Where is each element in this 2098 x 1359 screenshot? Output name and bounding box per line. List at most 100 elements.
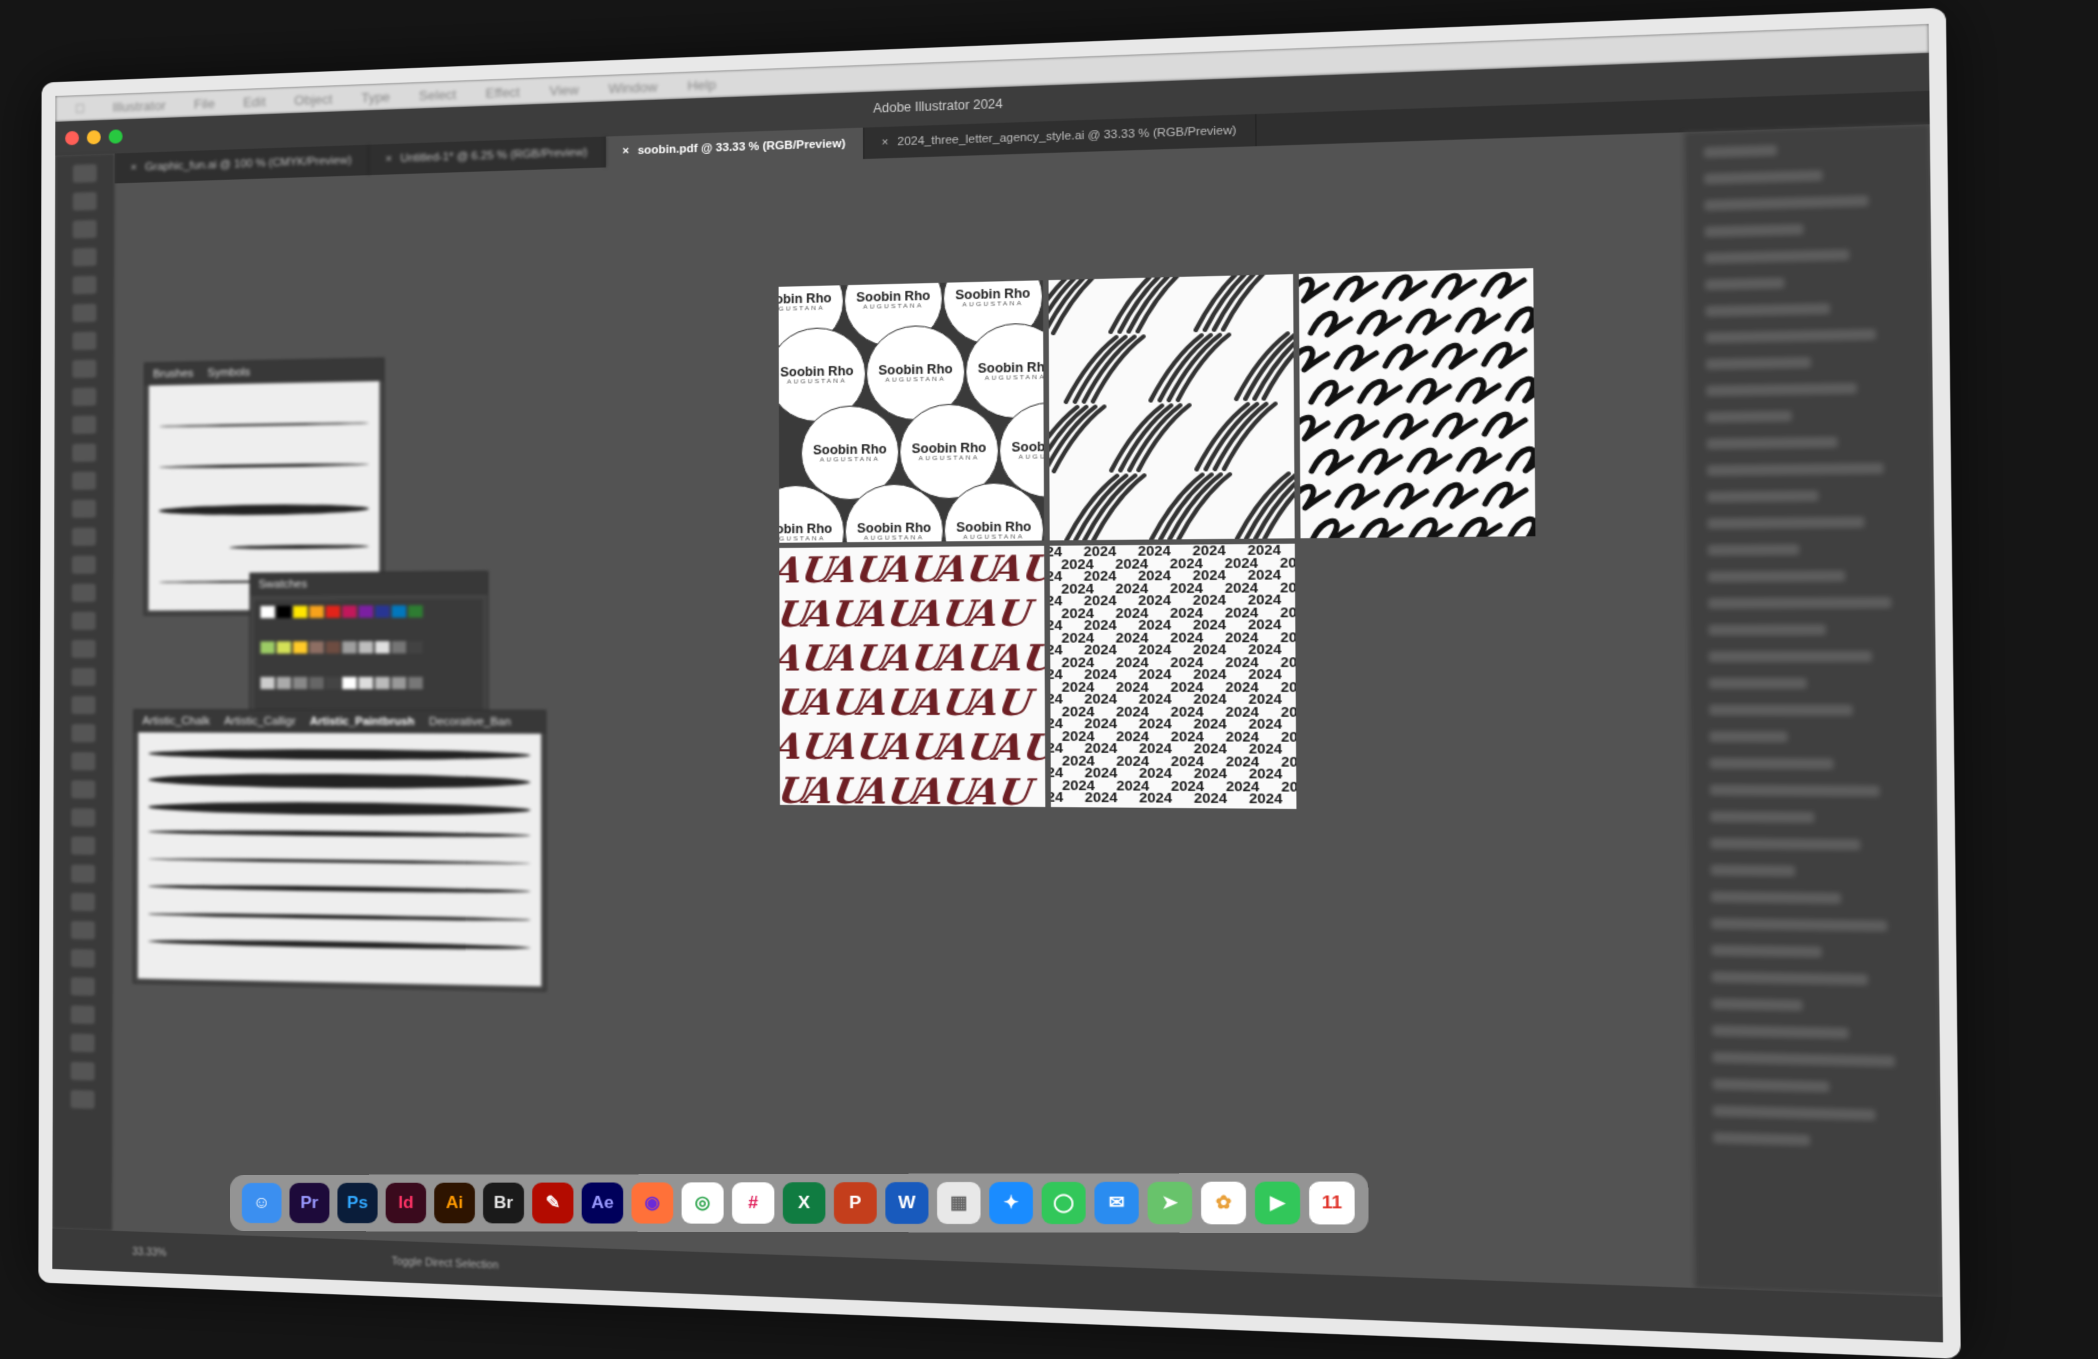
tab-artistic-chalk[interactable]: Artistic_Chalk [142, 715, 210, 727]
tool-icon[interactable] [71, 892, 96, 912]
chrome-icon[interactable]: ◎ [681, 1182, 724, 1224]
tool-icon[interactable] [71, 583, 96, 602]
property-control[interactable] [1709, 731, 1788, 743]
powerpoint-icon[interactable]: P [833, 1182, 877, 1224]
swatch[interactable] [358, 641, 374, 654]
paintbrush-stroke[interactable] [147, 911, 531, 922]
indesign-icon[interactable]: Id [385, 1182, 427, 1224]
calendar-icon[interactable]: 11 [1309, 1181, 1355, 1225]
property-control[interactable] [1704, 195, 1869, 211]
zoom-level[interactable]: 33.33% [132, 1246, 166, 1258]
paintbrush-stroke[interactable] [148, 829, 531, 839]
tool-icon[interactable] [71, 864, 96, 884]
tab-decorative-banner[interactable]: Decorative_Ban [429, 716, 511, 729]
tool-icon[interactable] [72, 219, 97, 239]
property-control[interactable] [1709, 784, 1880, 797]
swatch[interactable] [391, 676, 407, 690]
swatch[interactable] [391, 605, 407, 618]
swatch[interactable] [276, 676, 292, 690]
bridge-icon[interactable]: Br [483, 1182, 525, 1224]
tool-icon[interactable] [70, 949, 95, 968]
paintbrush-stroke[interactable] [147, 938, 531, 951]
property-control[interactable] [1712, 1105, 1876, 1121]
property-control[interactable] [1710, 864, 1796, 877]
menu-item[interactable]: Effect [486, 84, 520, 101]
premiere-icon[interactable]: Pr [289, 1182, 330, 1224]
tool-icon[interactable] [72, 275, 97, 295]
swatch[interactable] [325, 605, 341, 618]
artboard-year-pattern[interactable]: 2024 2024 2024 2024 2024 2024 2024 2024 2024 2024… [1049, 543, 1297, 809]
swatch[interactable] [325, 641, 341, 654]
tool-icon[interactable] [72, 303, 97, 323]
tool-icon[interactable] [72, 443, 97, 462]
swatch[interactable] [309, 676, 324, 690]
menu-item[interactable]: Window [608, 79, 657, 96]
tool-icon[interactable] [70, 977, 95, 996]
swatch[interactable] [342, 676, 357, 690]
tool-icon[interactable] [72, 387, 97, 407]
property-control[interactable] [1710, 811, 1815, 824]
word-icon[interactable]: W [885, 1182, 929, 1224]
brush-stroke[interactable] [158, 422, 370, 428]
photoshop-icon[interactable]: Ps [337, 1182, 378, 1224]
swatch[interactable] [342, 641, 357, 654]
property-control[interactable] [1706, 436, 1838, 450]
paintbrush-stroke[interactable] [148, 883, 531, 894]
tool-icon[interactable] [71, 752, 96, 771]
photos-icon[interactable]: ✿ [1201, 1181, 1247, 1225]
safari-icon[interactable]: ✦ [989, 1181, 1033, 1225]
property-control[interactable] [1704, 249, 1850, 264]
excel-icon[interactable]: X [782, 1182, 826, 1224]
tool-icon[interactable] [72, 331, 97, 351]
illustrator-icon[interactable]: Ai [434, 1182, 475, 1224]
tool-icon[interactable] [72, 527, 96, 546]
property-control[interactable] [1708, 650, 1873, 663]
swatch[interactable] [309, 641, 324, 654]
property-control[interactable] [1712, 1051, 1896, 1068]
tool-icon[interactable] [72, 471, 96, 490]
tool-icon[interactable] [72, 415, 97, 434]
tool-icon[interactable] [70, 1089, 95, 1109]
property-control[interactable] [1705, 356, 1812, 370]
tool-icon[interactable] [72, 164, 97, 183]
property-control[interactable] [1705, 328, 1877, 344]
swatch[interactable] [358, 605, 374, 618]
tool-icon[interactable] [72, 192, 97, 211]
property-control[interactable] [1711, 917, 1888, 932]
property-control[interactable] [1704, 169, 1823, 185]
facetime-icon[interactable]: ▶ [1254, 1181, 1301, 1225]
brush-stroke[interactable] [158, 462, 370, 469]
property-control[interactable] [1708, 597, 1892, 609]
property-control[interactable] [1707, 490, 1819, 503]
swatch[interactable] [293, 605, 308, 619]
swatch[interactable] [325, 676, 341, 690]
tab-artistic-calligraphic[interactable]: Artistic_Calligr [224, 715, 295, 727]
tab-brushes[interactable]: Brushes [153, 368, 193, 381]
apple-menu-icon[interactable]:  [75, 100, 85, 115]
property-control[interactable] [1707, 516, 1865, 530]
acrobat-icon[interactable]: ✎ [532, 1182, 574, 1224]
property-control[interactable] [1706, 382, 1857, 397]
menu-item[interactable]: Type [361, 89, 390, 105]
swatch[interactable] [408, 676, 423, 690]
property-control[interactable] [1708, 624, 1827, 636]
property-control[interactable] [1706, 462, 1884, 477]
maps-icon[interactable]: ➤ [1147, 1181, 1193, 1225]
property-control[interactable] [1712, 1078, 1830, 1093]
firefox-icon[interactable]: ◉ [631, 1182, 674, 1224]
swatch[interactable] [391, 641, 407, 654]
property-control[interactable] [1713, 1132, 1811, 1146]
tool-icon[interactable] [71, 639, 96, 658]
menu-item[interactable]: Select [419, 86, 456, 103]
swatch[interactable] [375, 605, 390, 618]
close-tab-icon[interactable]: × [622, 145, 629, 158]
property-control[interactable] [1711, 944, 1822, 958]
menu-item[interactable]: View [549, 82, 578, 98]
property-control[interactable] [1712, 1024, 1849, 1039]
mail-icon[interactable]: ✉ [1094, 1181, 1139, 1225]
tool-icon[interactable] [70, 1033, 95, 1053]
tool-icon[interactable] [71, 667, 96, 687]
tool-icon[interactable] [71, 724, 96, 743]
tool-icon[interactable] [71, 696, 96, 715]
brush-stroke[interactable] [229, 544, 370, 550]
